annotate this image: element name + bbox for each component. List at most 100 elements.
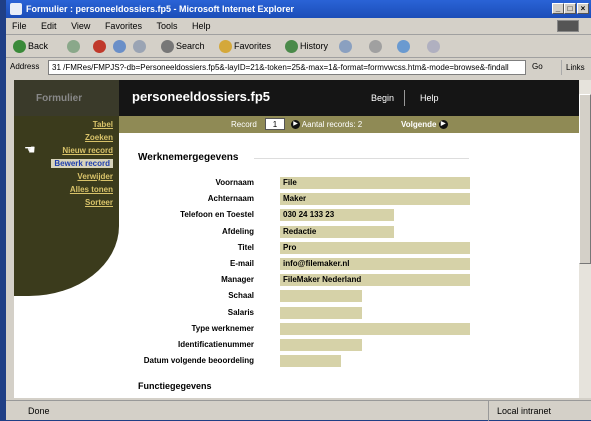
hand-cursor-icon: ☚ [24,142,36,157]
star-icon [219,40,232,54]
section2-title: Functiegegevens [138,381,212,391]
field-input[interactable]: File [280,177,470,189]
field-label: Telefoon en Toestel [180,210,254,220]
field-input[interactable] [280,306,362,319]
header-divider [404,90,405,106]
section-divider [254,158,469,159]
field-input[interactable] [280,322,470,335]
forward-button[interactable] [64,38,85,54]
security-zone: Local intranet [488,401,551,421]
status-text: Done [28,406,50,416]
field-label: Type werknemer [191,323,254,333]
menu-help[interactable]: Help [192,21,211,31]
windows-flag-icon [557,20,579,32]
menu-favorites[interactable]: Favorites [105,21,142,31]
form-row: Identificatienummer [14,339,579,352]
next-record-link[interactable]: Volgende ▶ [401,120,448,130]
database-title: personeeldossiers.fp5 [132,89,270,104]
back-button[interactable]: Back [10,38,51,54]
field-input[interactable]: 030 24 133 23 [280,209,394,222]
record-navigation-bar: Record 1 ▶ Aantal records: 2 Volgende ▶ [119,116,579,133]
edit-button[interactable] [394,38,415,54]
print-button[interactable] [366,38,387,54]
menu-edit[interactable]: Edit [41,21,57,31]
field-label: Titel [237,242,254,252]
maximize-button[interactable]: □ [564,3,576,14]
edit-icon [397,40,410,54]
menu-tools[interactable]: Tools [156,21,177,31]
refresh-icon [113,40,126,54]
fm-header: Formulier personeeldossiers.fp5 Begin He… [14,80,579,116]
browser-window: Formulier : personeeldossiers.fp5 - Micr… [6,0,591,421]
record-number-input[interactable]: 1 [265,118,285,130]
search-button[interactable]: Search [158,38,208,54]
links-button[interactable]: Links [561,60,585,75]
field-input[interactable] [280,355,341,368]
field-input[interactable] [280,339,362,351]
form-row: Manager FileMaker Nederland [14,274,579,287]
mail-icon [339,40,352,54]
refresh-button[interactable] [110,38,131,54]
history-button[interactable]: History [282,38,331,54]
field-label: Afdeling [222,226,254,236]
address-label: Address [10,62,40,71]
discuss-icon [427,40,440,54]
field-input[interactable]: Pro [280,241,470,254]
back-arrow-icon [13,40,26,54]
field-label: Salaris [227,307,254,317]
scrollbar-thumb[interactable] [579,94,591,264]
form-row: Datum volgende beoordeling [14,355,579,368]
form-row: Telefoon en Toestel 030 24 133 23 [14,209,579,222]
sidebar-item-zoeken[interactable]: Zoeken [85,133,113,142]
home-icon [133,40,146,54]
close-button[interactable]: × [577,3,589,14]
go-arrow-icon[interactable]: ▶ [291,120,300,130]
section-title: Werknemergegevens [138,152,239,163]
field-label: Datum volgende beoordeling [143,356,254,366]
mail-button[interactable] [336,38,357,54]
search-icon [161,40,174,54]
form-row: Type werknemer [14,322,579,336]
field-input[interactable]: Redactie [280,225,394,238]
page-content: Formulier personeeldossiers.fp5 Begin He… [14,80,579,398]
next-arrow-icon: ▶ [438,120,448,130]
form-row: Salaris [14,306,579,320]
status-bar: Done Local intranet [6,400,591,421]
print-icon [369,40,382,54]
stop-button[interactable] [90,38,111,54]
address-bar: Address 31 /FMRes/FMPJS?-db=Personeeldos… [6,58,591,78]
help-link[interactable]: Help [420,93,439,103]
sidebar-item-nieuw-record[interactable]: Nieuw record [62,146,113,155]
home-button[interactable] [130,38,151,54]
go-button[interactable]: Go [532,62,543,71]
forward-arrow-icon [67,40,80,54]
address-input[interactable]: 31 /FMRes/FMPJS?-db=Personeeldossiers.fp… [48,60,526,75]
field-label: Voornaam [215,178,254,187]
history-icon [285,40,298,54]
fm-brand: Formulier [36,93,83,104]
field-label: E-mail [229,259,254,268]
form-row: E-mail info@filemaker.nl [14,258,579,271]
menu-view[interactable]: View [71,21,90,31]
field-label: Manager [221,275,254,285]
ie-icon [10,3,22,15]
stop-icon [93,40,106,54]
window-title: Formulier : personeeldossiers.fp5 - Micr… [26,4,295,14]
field-label: Achternaam [207,194,254,204]
sidebar-item-tabel[interactable]: Tabel [93,120,113,129]
menu-bar: File Edit View Favorites Tools Help [6,18,591,35]
field-input[interactable] [280,290,362,303]
title-bar: Formulier : personeeldossiers.fp5 - Micr… [6,0,591,18]
field-input[interactable]: Maker [280,193,470,206]
discuss-button[interactable] [424,38,445,54]
sidebar-item-bewerk-record[interactable]: Bewerk record [51,159,113,168]
favorites-button[interactable]: Favorites [216,38,274,54]
form-row: Schaal [14,290,579,303]
field-input[interactable]: FileMaker Nederland [280,274,470,287]
minimize-button[interactable]: _ [552,3,564,14]
form-row: Achternaam Maker [14,193,579,206]
field-input[interactable]: info@filemaker.nl [280,258,470,270]
menu-file[interactable]: File [12,21,27,31]
vertical-scrollbar[interactable] [579,80,591,398]
begin-link[interactable]: Begin [371,93,394,103]
